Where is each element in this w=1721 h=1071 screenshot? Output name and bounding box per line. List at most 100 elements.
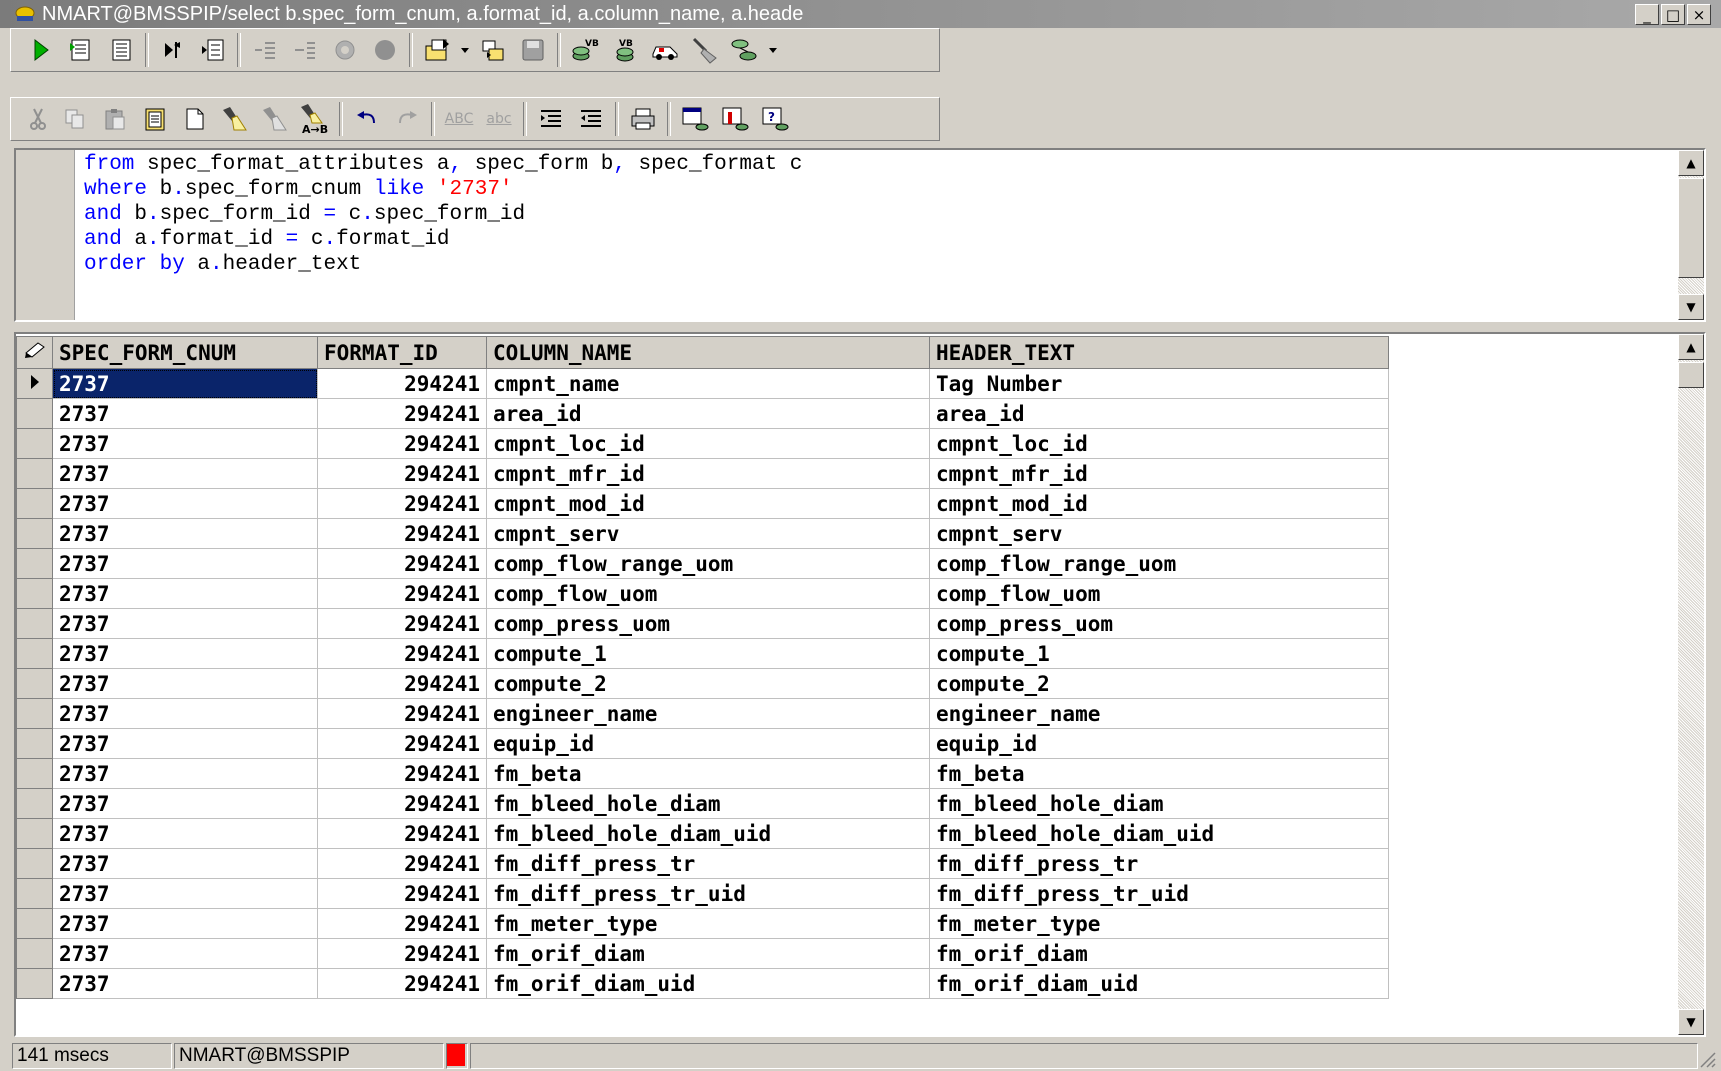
table-cell[interactable]: compute_1	[929, 638, 1389, 669]
table-cell[interactable]: fm_bleed_hole_diam_uid	[929, 818, 1389, 849]
table-cell[interactable]: fm_meter_type	[486, 908, 930, 939]
table-cell[interactable]: 2737	[52, 608, 318, 639]
row-indicator[interactable]	[16, 668, 53, 699]
editor-scroll-up-button[interactable]: ▲	[1678, 150, 1704, 176]
table-cell[interactable]: 294241	[317, 968, 487, 999]
table-cell[interactable]: engineer_name	[486, 698, 930, 729]
row-indicator[interactable]	[16, 758, 53, 789]
table-row[interactable]: 2737 294241 comp_press_uom comp_press_uom	[16, 608, 1389, 639]
car-button[interactable]	[645, 32, 685, 68]
row-indicator[interactable]	[16, 818, 53, 849]
table-cell[interactable]: 294241	[317, 878, 487, 909]
table-cell[interactable]: equip_id	[929, 728, 1389, 759]
print-button[interactable]	[623, 101, 663, 137]
table-cell[interactable]: 2737	[52, 818, 318, 849]
table-cell[interactable]: 294241	[317, 938, 487, 969]
table-cell[interactable]: 2737	[52, 908, 318, 939]
row-indicator[interactable]	[16, 518, 53, 549]
table-cell[interactable]: compute_2	[486, 668, 930, 699]
sql-text[interactable]: from spec_format_attributes a, spec_form…	[84, 152, 802, 277]
table-cell[interactable]: 2737	[52, 638, 318, 669]
table-cell[interactable]: 294241	[317, 458, 487, 489]
table-cell[interactable]: compute_1	[486, 638, 930, 669]
close-button[interactable]: ×	[1687, 4, 1711, 25]
sql-editor[interactable]: from spec_format_attributes a, spec_form…	[14, 148, 1706, 322]
row-indicator[interactable]	[16, 368, 53, 399]
row-indicator[interactable]	[16, 878, 53, 909]
row-indicator[interactable]	[16, 938, 53, 969]
results-grid[interactable]: SPEC_FORM_CNUM FORMAT_ID COLUMN_NAME HEA…	[14, 332, 1706, 1037]
db-dropdown[interactable]	[765, 32, 781, 68]
explain-script-button[interactable]	[101, 32, 141, 68]
table-cell[interactable]: fm_meter_type	[929, 908, 1389, 939]
table-cell[interactable]: 294241	[317, 908, 487, 939]
table-cell[interactable]: 2737	[52, 728, 318, 759]
table-cell[interactable]: fm_orif_diam	[486, 938, 930, 969]
table-cell[interactable]: 2737	[52, 758, 318, 789]
table-cell[interactable]: 2737	[52, 488, 318, 519]
lowercase-button[interactable]: abc	[479, 101, 519, 137]
table-cell[interactable]: 2737	[52, 428, 318, 459]
table-cell[interactable]: cmpnt_mfr_id	[929, 458, 1389, 489]
table-cell[interactable]: 294241	[317, 818, 487, 849]
table-cell[interactable]: fm_beta	[929, 758, 1389, 789]
table-row[interactable]: 2737 294241 area_id area_id	[16, 398, 1389, 429]
find-next-button[interactable]	[255, 101, 295, 137]
grid-button-2[interactable]	[715, 101, 755, 137]
table-cell[interactable]: 2737	[52, 458, 318, 489]
uppercase-button[interactable]: ABC	[439, 101, 479, 137]
table-cell[interactable]: cmpnt_mfr_id	[486, 458, 930, 489]
load-button[interactable]	[417, 32, 457, 68]
grid-button-1[interactable]	[675, 101, 715, 137]
indent-block-button[interactable]	[531, 101, 571, 137]
table-cell[interactable]: 294241	[317, 578, 487, 609]
row-indicator[interactable]	[16, 908, 53, 939]
row-indicator[interactable]	[16, 488, 53, 519]
grid-scrollbar[interactable]: ▲ ▼	[1678, 334, 1704, 1035]
table-cell[interactable]: cmpnt_mod_id	[929, 488, 1389, 519]
row-indicator[interactable]	[16, 848, 53, 879]
db-link-button[interactable]	[725, 32, 765, 68]
table-cell[interactable]: 2737	[52, 878, 318, 909]
execute-button[interactable]	[21, 32, 61, 68]
row-indicator[interactable]	[16, 728, 53, 759]
table-cell[interactable]: fm_bleed_hole_diam_uid	[486, 818, 930, 849]
row-indicator[interactable]	[16, 398, 53, 429]
table-cell[interactable]: 2737	[52, 788, 318, 819]
table-cell[interactable]: 294241	[317, 368, 487, 399]
vb-convert-button[interactable]: VB	[605, 32, 645, 68]
table-row[interactable]: 2737 294241 compute_2 compute_2	[16, 668, 1389, 699]
step-button[interactable]	[153, 32, 193, 68]
table-row[interactable]: 2737 294241 engineer_name engineer_name	[16, 698, 1389, 729]
table-cell[interactable]: 294241	[317, 428, 487, 459]
grid-scroll-down-button[interactable]: ▼	[1678, 1009, 1704, 1035]
table-row[interactable]: 2737 294241 compute_1 compute_1	[16, 638, 1389, 669]
table-cell[interactable]: fm_bleed_hole_diam	[486, 788, 930, 819]
copy-button[interactable]	[55, 101, 95, 137]
table-cell[interactable]: 2737	[52, 578, 318, 609]
row-indicator[interactable]	[16, 578, 53, 609]
table-cell[interactable]: comp_flow_uom	[929, 578, 1389, 609]
table-cell[interactable]: Tag Number	[929, 368, 1389, 399]
minimize-button[interactable]: _	[1635, 4, 1659, 25]
table-row[interactable]: 2737 294241 fm_beta fm_beta	[16, 758, 1389, 789]
table-cell[interactable]: fm_beta	[486, 758, 930, 789]
table-row[interactable]: 2737 294241 cmpnt_name Tag Number	[16, 368, 1389, 399]
table-cell[interactable]: comp_flow_range_uom	[929, 548, 1389, 579]
table-cell[interactable]: 2737	[52, 968, 318, 999]
broom-button[interactable]	[685, 32, 725, 68]
table-row[interactable]: 2737 294241 equip_id equip_id	[16, 728, 1389, 759]
editor-scroll-down-button[interactable]: ▼	[1678, 294, 1704, 320]
table-cell[interactable]: cmpnt_loc_id	[486, 428, 930, 459]
row-indicator[interactable]	[16, 968, 53, 999]
table-cell[interactable]: 294241	[317, 488, 487, 519]
table-cell[interactable]: 294241	[317, 398, 487, 429]
table-cell[interactable]: fm_orif_diam_uid	[486, 968, 930, 999]
table-cell[interactable]: area_id	[929, 398, 1389, 429]
table-cell[interactable]: comp_flow_uom	[486, 578, 930, 609]
paste-special-button[interactable]	[135, 101, 175, 137]
table-cell[interactable]: 294241	[317, 698, 487, 729]
grid-help-button[interactable]: ?	[755, 101, 795, 137]
column-header-column-name[interactable]: COLUMN_NAME	[486, 336, 930, 369]
table-row[interactable]: 2737 294241 fm_diff_press_tr fm_diff_press_…	[16, 848, 1389, 879]
